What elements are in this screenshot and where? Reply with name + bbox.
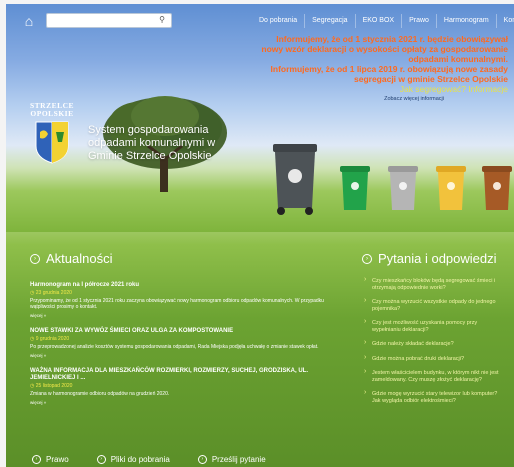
faq-item[interactable]: Gdzie można pobrać druki deklaracji?: [364, 355, 504, 363]
menu-item-eko-box[interactable]: EKO BOX: [356, 14, 403, 28]
bottom-link-label: Prawo: [46, 455, 69, 464]
brown-bin-icon: [482, 166, 512, 210]
news-excerpt: Po przeprowadzonej analizie kosztów syst…: [30, 344, 319, 350]
news-date-text: 9 grudnia 2020: [35, 336, 70, 342]
announcement-line: segregacji w gminie Strzelce Opolskie: [353, 74, 508, 84]
announcement-subline: Jak segregować? Informacje: [399, 84, 508, 94]
news-more-link[interactable]: więcej »: [30, 312, 330, 319]
news-date-text: 25 listopad 2020: [35, 383, 73, 389]
faq-heading: › Pytania i odpowiedzi: [362, 251, 497, 266]
hero-banner: ⌂ ⚲ Do pobrania Segregacja EKO BOX Prawo…: [6, 4, 514, 232]
menu-item-prawo[interactable]: Prawo: [402, 14, 437, 28]
news-title[interactable]: WAŻNA INFORMACJA DLA MIESZKAŃCÓW ROZMIER…: [30, 368, 330, 382]
search-input[interactable]: [47, 18, 147, 31]
system-title: System gospodarowania odpadami komunalny…: [88, 124, 216, 162]
news-date: ◷ 25 listopad 2020: [30, 383, 73, 389]
news-heading: › Aktualności: [30, 251, 112, 266]
news-date-text: 23 grudnia 2020: [35, 290, 72, 296]
coat-of-arms-icon: [35, 121, 69, 164]
circle-arrow-icon: ›: [32, 455, 41, 464]
faq-item[interactable]: Gdzie mogę wyrzucić stary telewizor lub …: [364, 390, 504, 404]
dark-bin-icon: [273, 144, 317, 215]
main-menu: Do pobrania Segregacja EKO BOX Prawo Har…: [252, 14, 514, 28]
menu-item-do-pobrania[interactable]: Do pobrania: [252, 14, 306, 28]
news-title[interactable]: Harmonogram na I półrocze 2021 roku: [30, 282, 330, 289]
circle-arrow-icon: ›: [362, 253, 372, 264]
announcement-line: Informujemy, że od 1 lipca 2019 r. obowi…: [270, 64, 508, 74]
circle-arrow-icon: ›: [96, 455, 106, 464]
news-date: ◷ 9 grudnia 2020: [30, 336, 70, 342]
menu-item-segregacja[interactable]: Segregacja: [305, 14, 356, 28]
bottom-links: › Prawo › Pliki do pobrania › Prześlij p…: [32, 455, 294, 464]
bottom-link-label: Pliki do pobrania: [110, 455, 170, 464]
yellow-bin-icon: [436, 166, 466, 210]
faq-item[interactable]: Czy jest możliwość uzyskania pomocy przy…: [364, 319, 504, 333]
green-bin-icon: [340, 166, 370, 210]
news-date: ◷ 23 grudnia 2020: [30, 290, 72, 296]
faq-item[interactable]: Czy mieszkańcy bloków będą segregować śm…: [364, 277, 504, 291]
search-box[interactable]: ⚲: [46, 13, 172, 31]
municipality-logo[interactable]: STRZELCE OPOLSKIE: [26, 102, 78, 164]
faq-item[interactable]: Czy można wyrzucić wszystkie odpady do j…: [364, 298, 504, 312]
bottom-link-label: Prześlij pytanie: [211, 455, 266, 464]
news-item: Harmonogram na I półrocze 2021 roku ◷ 23…: [30, 282, 330, 319]
news-item: NOWE STAWKI ZA WYWÓZ ŚMIECI ORAZ ULGA ZA…: [30, 328, 330, 359]
news-heading-text: Aktualności: [46, 251, 113, 266]
announcement-line: nowy wzór deklaracji o wysokości opłaty …: [261, 44, 508, 54]
news-title[interactable]: NOWE STAWKI ZA WYWÓZ ŚMIECI ORAZ ULGA ZA…: [30, 328, 330, 335]
menu-item-harmonogram[interactable]: Harmonogram: [437, 14, 497, 28]
faq-item[interactable]: Gdzie należy składać deklaracje?: [364, 340, 504, 348]
news-more-link[interactable]: więcej »: [30, 352, 330, 359]
logo-name-line2: OPOLSKIE: [30, 109, 74, 118]
news-more-link[interactable]: więcej »: [30, 399, 330, 406]
announcement: Informujemy, że od 1 stycznia 2021 r. bę…: [238, 34, 508, 104]
faq-item[interactable]: Jestem właścicielem budynku, w którym ni…: [364, 369, 504, 383]
grey-bin-icon: [388, 166, 418, 210]
news-item: WAŻNA INFORMACJA DLA MIESZKAŃCÓW ROZMIER…: [30, 368, 330, 406]
news-excerpt: Zmiana w harmonogramie odbioru odpadów n…: [30, 391, 170, 397]
announcement-line: odpadami komunalnymi.: [408, 54, 508, 64]
bottom-link-pliki[interactable]: › Pliki do pobrania: [96, 455, 170, 464]
announcement-link[interactable]: Zobacz więcej informacji: [238, 94, 444, 104]
announcement-line: Informujemy, że od 1 stycznia 2021 r. bę…: [276, 34, 508, 44]
circle-arrow-icon: ›: [30, 253, 40, 264]
news-list: Harmonogram na I półrocze 2021 roku ◷ 23…: [30, 282, 330, 415]
faq-heading-text: Pytania i odpowiedzi: [378, 251, 497, 266]
bottom-link-pytanie[interactable]: › Prześlij pytanie: [197, 455, 266, 464]
faq-list: Czy mieszkańcy bloków będą segregować śm…: [364, 277, 504, 412]
circle-arrow-icon: ›: [197, 455, 207, 464]
bottom-link-prawo[interactable]: › Prawo: [32, 455, 69, 464]
news-excerpt: Przypominamy, że od 1 stycznia 2021 roku…: [30, 298, 324, 310]
page: ⌂ ⚲ Do pobrania Segregacja EKO BOX Prawo…: [6, 4, 514, 467]
search-icon[interactable]: ⚲: [159, 15, 165, 24]
home-icon[interactable]: ⌂: [21, 13, 37, 29]
menu-item-kontakt[interactable]: Kontakt: [497, 14, 514, 28]
top-navigation: ⌂ ⚲ Do pobrania Segregacja EKO BOX Prawo…: [6, 10, 514, 32]
